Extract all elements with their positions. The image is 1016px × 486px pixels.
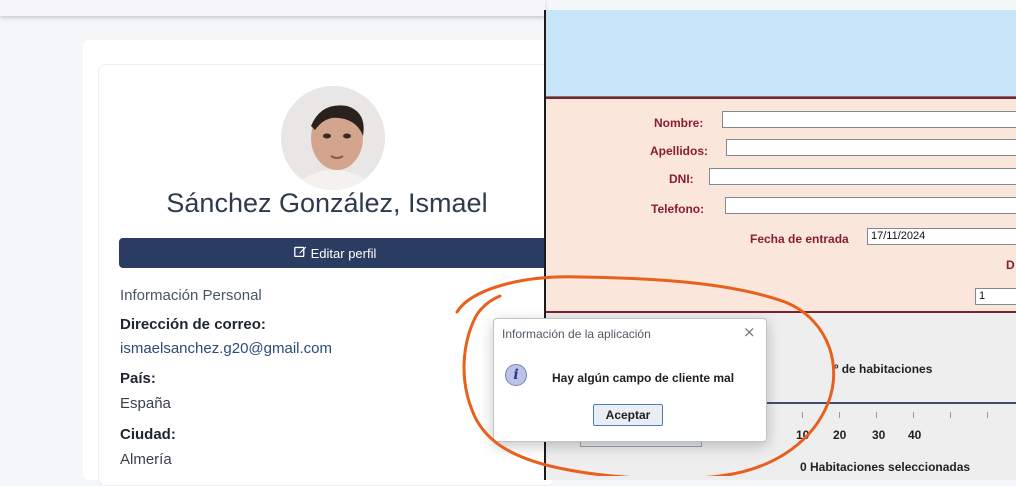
slider-tick xyxy=(876,412,877,418)
rooms-slider-track[interactable] xyxy=(764,402,1016,404)
slider-tick-label: 40 xyxy=(908,428,922,442)
slider-tick xyxy=(913,412,914,418)
partial-label-d: D xyxy=(1006,258,1015,272)
slider-tick xyxy=(802,412,803,418)
city-value: Almería xyxy=(120,451,172,468)
info-icon: i xyxy=(505,364,527,386)
apellidos-label: Apellidos: xyxy=(650,144,709,158)
slider-tick-label: 30 xyxy=(872,428,886,442)
profile-name: Sánchez González, Ismael xyxy=(166,188,488,218)
country-value: España xyxy=(120,395,171,412)
slider-tick-label: 10 xyxy=(796,428,810,442)
rooms-selected-text: 0 Habitaciones seleccionadas xyxy=(800,460,971,474)
close-icon[interactable]: × xyxy=(743,324,756,340)
edit-icon xyxy=(293,245,307,261)
slider-tick xyxy=(950,412,951,418)
nombre-field[interactable] xyxy=(722,111,1016,128)
rooms-count-label: º de habitaciones xyxy=(834,362,933,376)
slider-tick-label: 20 xyxy=(833,428,847,442)
telefono-field[interactable] xyxy=(725,197,1016,214)
edit-profile-label: Editar perfil xyxy=(310,245,377,261)
country-label: País: xyxy=(120,370,156,387)
nombre-label: Nombre: xyxy=(654,116,704,130)
quantity-spinner[interactable]: 1 xyxy=(975,288,1016,305)
browser-top-strip xyxy=(0,0,545,16)
email-value[interactable]: ismaelsanchez.g20@gmail.com xyxy=(120,340,332,357)
fecha-entrada-label: Fecha de entrada xyxy=(750,232,849,246)
header-panel xyxy=(546,10,1016,97)
dni-field[interactable] xyxy=(709,168,1016,185)
city-label: Ciudad: xyxy=(120,426,176,443)
fecha-entrada-field[interactable]: 17/11/2024 xyxy=(867,228,1016,245)
dialog-title: Información de la aplicación xyxy=(502,327,651,341)
slider-tick xyxy=(987,412,988,418)
avatar xyxy=(281,86,385,190)
email-label: Dirección de correo: xyxy=(120,316,266,333)
accept-button[interactable]: Aceptar xyxy=(593,404,663,426)
edit-profile-button[interactable]: Editar perfil xyxy=(119,238,551,268)
telefono-label: Telefono: xyxy=(651,202,705,216)
dni-label: DNI: xyxy=(669,172,694,186)
slider-tick xyxy=(839,412,840,418)
apellidos-field[interactable] xyxy=(726,139,1016,156)
dialog-message: Hay algún campo de cliente mal xyxy=(552,371,735,385)
personal-info-title: Información Personal xyxy=(120,287,262,304)
